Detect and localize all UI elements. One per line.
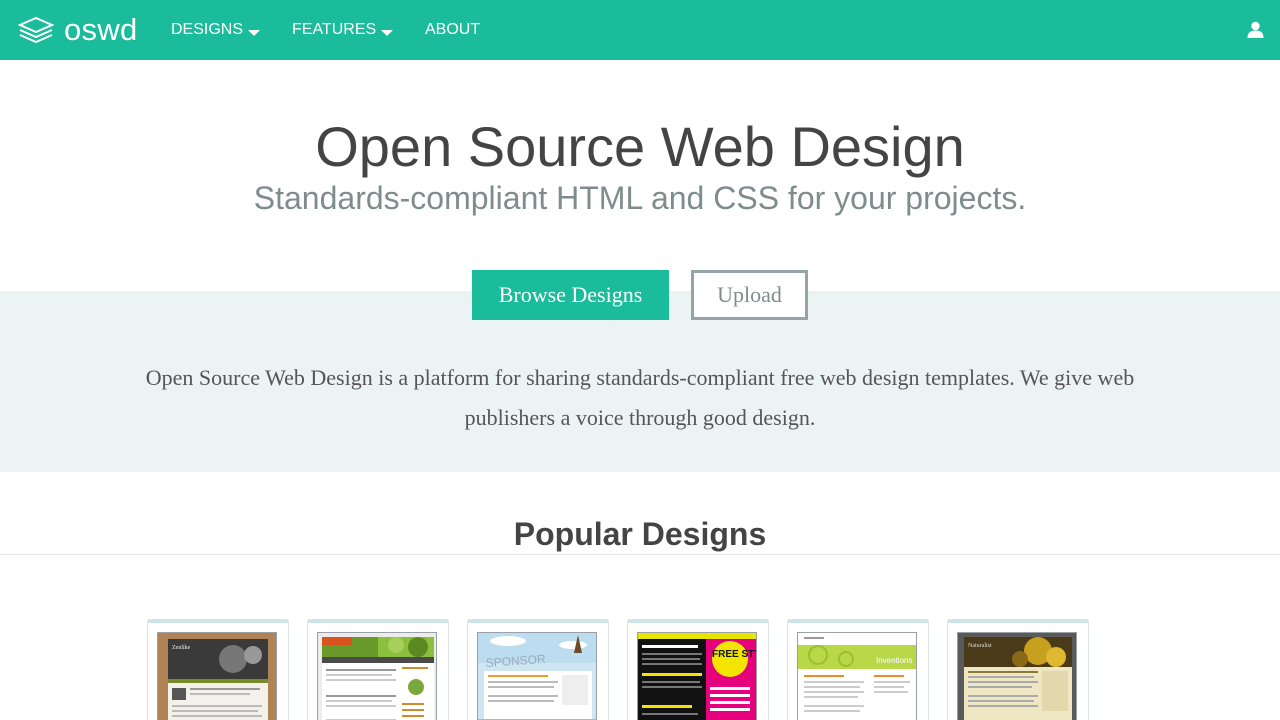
- design-thumbnail: Zenlike: [157, 632, 277, 720]
- page-title: Open Source Web Design: [315, 115, 965, 178]
- design-thumbnail: SPONSOR: [477, 632, 597, 720]
- svg-text:Inventions: Inventions: [876, 656, 912, 665]
- layers-icon: [18, 16, 54, 44]
- design-thumbnail: FREE STYLE: [637, 632, 757, 720]
- nav-features[interactable]: FEATURES: [292, 0, 394, 60]
- design-card[interactable]: FREE STYLE: [627, 619, 769, 720]
- top-navbar: oswd DESIGNS FEATURES ABOUT: [0, 0, 1280, 60]
- nav-about[interactable]: ABOUT: [425, 0, 480, 60]
- svg-text:Naturalist: Naturalist: [968, 643, 992, 649]
- svg-text:Zenlike: Zenlike: [172, 645, 191, 651]
- design-card[interactable]: [307, 619, 449, 720]
- design-thumbnail: [317, 632, 437, 720]
- popular-designs-heading: Popular Designs: [513, 516, 767, 552]
- user-icon[interactable]: [1247, 21, 1264, 38]
- browse-designs-button[interactable]: Browse Designs: [472, 270, 669, 320]
- svg-text:FREE STYLE: FREE STYLE: [712, 649, 757, 660]
- section-divider: [0, 554, 1280, 555]
- design-card[interactable]: SPONSOR: [467, 619, 609, 720]
- nav-designs[interactable]: DESIGNS: [171, 0, 261, 60]
- intro-text: Open Source Web Design is a platform for…: [145, 365, 1135, 430]
- nav-designs-label: DESIGNS: [171, 21, 244, 38]
- design-card[interactable]: Inventions: [787, 619, 929, 720]
- page-subtitle: Standards-compliant HTML and CSS for you…: [253, 180, 1027, 216]
- nav-about-label: ABOUT: [425, 21, 481, 38]
- caret-down-icon: [381, 30, 394, 36]
- upload-button[interactable]: Upload: [691, 270, 808, 320]
- design-thumbnail: Inventions: [797, 632, 917, 720]
- brand-link[interactable]: oswd: [18, 0, 138, 60]
- brand-name: oswd: [64, 12, 138, 47]
- nav-features-label: FEATURES: [292, 21, 377, 38]
- design-card[interactable]: Zenlike: [147, 619, 289, 720]
- caret-down-icon: [248, 30, 261, 36]
- design-thumbnail: Naturalist: [957, 632, 1077, 720]
- design-card[interactable]: Naturalist: [947, 619, 1089, 720]
